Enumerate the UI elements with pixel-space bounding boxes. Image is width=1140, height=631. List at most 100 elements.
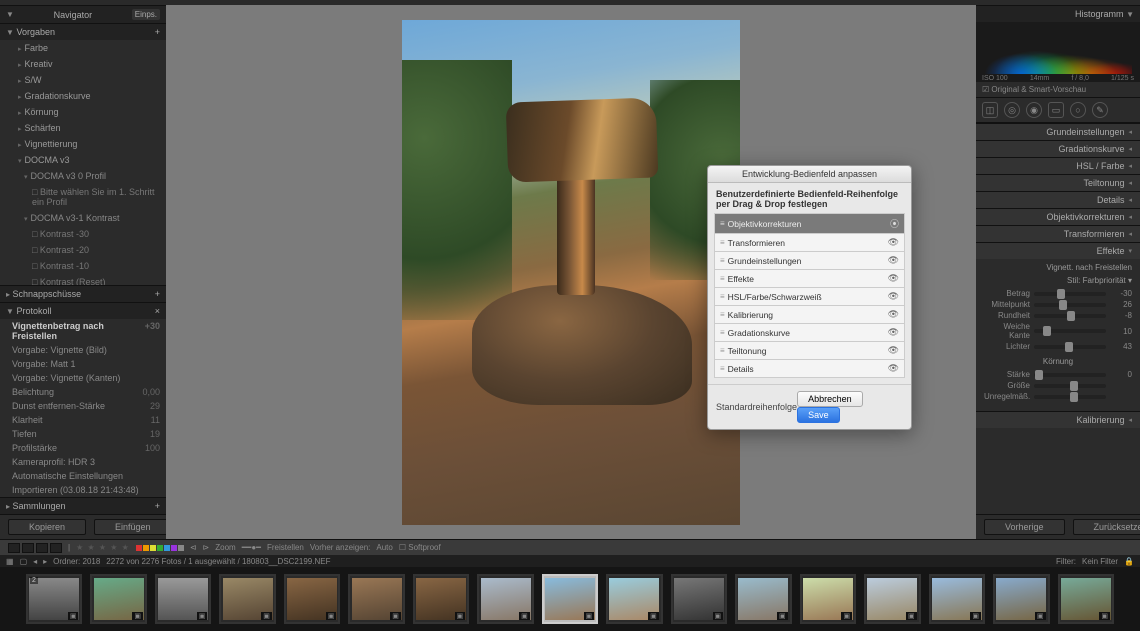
default-order-link[interactable]: Standardreihenfolge [716, 402, 797, 412]
slider-track[interactable] [1034, 303, 1106, 307]
history-step[interactable]: Kameraprofil: HDR 3 [0, 455, 166, 469]
eye-icon[interactable]: 👁 [888, 291, 899, 302]
panel-order-item[interactable]: ≡HSL/Farbe/Schwarzweiß👁 [714, 287, 905, 305]
slider-thumb[interactable] [1067, 311, 1075, 321]
drag-grip-icon[interactable]: ≡ [720, 328, 724, 337]
eye-icon[interactable]: 👁 [888, 237, 899, 248]
filmstrip-thumb[interactable]: ▣ [864, 574, 920, 624]
nav-back-icon[interactable]: ◂ [33, 557, 37, 566]
color-chip[interactable] [171, 545, 177, 551]
slider-thumb[interactable] [1059, 300, 1067, 310]
secondary-display-icon[interactable]: ▢ [20, 557, 28, 566]
filmstrip[interactable]: 2▣▣▣▣▣▣▣▣▣▣▣▣▣▣▣▣▣ [0, 567, 1140, 631]
color-chip[interactable] [164, 545, 170, 551]
eye-icon[interactable]: 👁 [888, 273, 899, 284]
develop-section[interactable]: Objektivkorrekturen◂ [976, 208, 1140, 225]
color-chip[interactable] [150, 545, 156, 551]
develop-section[interactable]: Gradationskurve◂ [976, 140, 1140, 157]
slider-thumb[interactable] [1065, 342, 1073, 352]
eye-icon[interactable]: 👁 [888, 327, 899, 338]
panel-order-item[interactable]: ≡Kalibrierung👁 [714, 305, 905, 323]
history-step[interactable]: Klarheit11 [0, 413, 166, 427]
filmstrip-thumb[interactable]: ▣ [1058, 574, 1114, 624]
filmstrip-thumb[interactable]: ▣ [993, 574, 1049, 624]
snapshots-header[interactable]: ▸ Schnappschüsse + [0, 285, 166, 302]
filmstrip-thumb[interactable]: ▣ [219, 574, 275, 624]
filmstrip-thumb[interactable]: ▣ [800, 574, 856, 624]
preset-sharpen[interactable]: ▸Schärfen [0, 120, 166, 136]
panel-order-item[interactable]: ≡Gradationskurve👁 [714, 323, 905, 341]
filmstrip-thumb[interactable]: ▣ [542, 574, 598, 624]
grid-icon[interactable]: ▦ [6, 557, 14, 566]
color-label-chips[interactable] [136, 545, 184, 551]
section-calibration[interactable]: Kalibrierung◂ [976, 411, 1140, 428]
filmstrip-thumb[interactable]: ▣ [606, 574, 662, 624]
gradient-tool-icon[interactable]: ▭ [1048, 102, 1064, 118]
history-step[interactable]: Tiefen19 [0, 427, 166, 441]
history-step[interactable]: Belichtung0,00 [0, 385, 166, 399]
slider-thumb[interactable] [1043, 326, 1051, 336]
develop-section[interactable]: Effekte▾ [976, 242, 1140, 259]
clear-icon[interactable]: × [155, 306, 160, 316]
slider-track[interactable] [1034, 395, 1106, 399]
preset-item[interactable]: □ Kontrast -10 [0, 258, 166, 274]
display-select[interactable]: Einps. [132, 9, 160, 20]
filter-lock-icon[interactable]: 🔒 [1124, 557, 1134, 566]
spot-tool-icon[interactable]: ◎ [1004, 102, 1020, 118]
develop-section[interactable]: Grundeinstellungen◂ [976, 123, 1140, 140]
preset-item[interactable]: □ Kontrast -30 [0, 226, 166, 242]
panel-order-item[interactable]: ≡Transformieren👁 [714, 233, 905, 251]
slider-thumb[interactable] [1070, 381, 1078, 391]
nav-fwd-icon[interactable]: ▸ [43, 557, 47, 566]
slider-track[interactable] [1034, 384, 1106, 388]
previous-button[interactable]: Vorherige [984, 519, 1065, 535]
plus-icon[interactable]: + [155, 289, 160, 299]
histogram[interactable]: ISO 10014mmf / 8,01/125 s [976, 22, 1140, 82]
develop-section[interactable]: HSL / Farbe◂ [976, 157, 1140, 174]
radial-tool-icon[interactable]: ○ [1070, 102, 1086, 118]
panel-order-item[interactable]: ≡Teiltonung👁 [714, 341, 905, 359]
filter-value[interactable]: Kein Filter [1082, 557, 1118, 566]
drag-grip-icon[interactable]: ≡ [720, 274, 724, 283]
filmstrip-thumb[interactable]: ▣ [348, 574, 404, 624]
collections-header[interactable]: ▸ Sammlungen + [0, 497, 166, 514]
vignette-style-select[interactable]: Stil: Farbpriorität ▾ [984, 276, 1132, 285]
panel-order-item[interactable]: ≡Effekte👁 [714, 269, 905, 287]
panel-order-item[interactable]: ≡Grundeinstellungen👁 [714, 251, 905, 269]
history-step[interactable]: Dunst entfernen-Stärke29 [0, 399, 166, 413]
history-step[interactable]: Vorgabe: Matt 1 [0, 357, 166, 371]
nav-prev-icon[interactable]: ⊲ [190, 543, 197, 552]
nav-next-icon[interactable]: ⊳ [203, 543, 210, 552]
histogram-header[interactable]: Histogramm ▼ [976, 5, 1140, 22]
preset-group[interactable]: ▸Farbe [0, 40, 166, 56]
history-step[interactable]: Vignettenbetrag nach Freistellen+30 [0, 319, 166, 343]
docma-root[interactable]: ▾DOCMA v3 [0, 152, 166, 168]
presets-header[interactable]: ▼ Vorgaben + [0, 23, 166, 40]
preset-gradcurve[interactable]: ▸Gradationskurve [0, 88, 166, 104]
panel-order-item[interactable]: ≡Details👁 [714, 359, 905, 378]
preset-group[interactable]: ▸Kreativ [0, 56, 166, 72]
brush-tool-icon[interactable]: ✎ [1092, 102, 1108, 118]
filmstrip-thumb[interactable]: ▣ [90, 574, 146, 624]
eye-icon[interactable]: 👁 [888, 363, 899, 374]
preset-grain[interactable]: ▸Körnung [0, 104, 166, 120]
filmstrip-thumb[interactable]: ▣ [413, 574, 469, 624]
save-button[interactable]: Save [797, 407, 840, 423]
preset-item[interactable]: □ Kontrast (Reset) [0, 274, 166, 285]
filmstrip-thumb[interactable]: 2▣ [26, 574, 82, 624]
docma-kontrast[interactable]: ▾DOCMA v3-1 Kontrast [0, 210, 166, 226]
history-step[interactable]: Vorgabe: Vignette (Bild) [0, 343, 166, 357]
filmstrip-thumb[interactable]: ▣ [929, 574, 985, 624]
view-mode-icons[interactable] [8, 543, 62, 553]
slider-track[interactable] [1034, 314, 1106, 318]
slider-thumb[interactable] [1035, 370, 1043, 380]
drag-grip-icon[interactable]: ≡ [720, 219, 724, 228]
preset-vignette[interactable]: ▸Vignettierung [0, 136, 166, 152]
panel-order-item[interactable]: ≡Objektivkorrekturen⦿ [714, 213, 905, 233]
drag-grip-icon[interactable]: ≡ [720, 364, 724, 373]
preset-group[interactable]: ▸S/W [0, 72, 166, 88]
color-chip[interactable] [178, 545, 184, 551]
slider-thumb[interactable] [1057, 289, 1065, 299]
preset-item[interactable]: □ Kontrast -20 [0, 242, 166, 258]
drag-grip-icon[interactable]: ≡ [720, 238, 724, 247]
